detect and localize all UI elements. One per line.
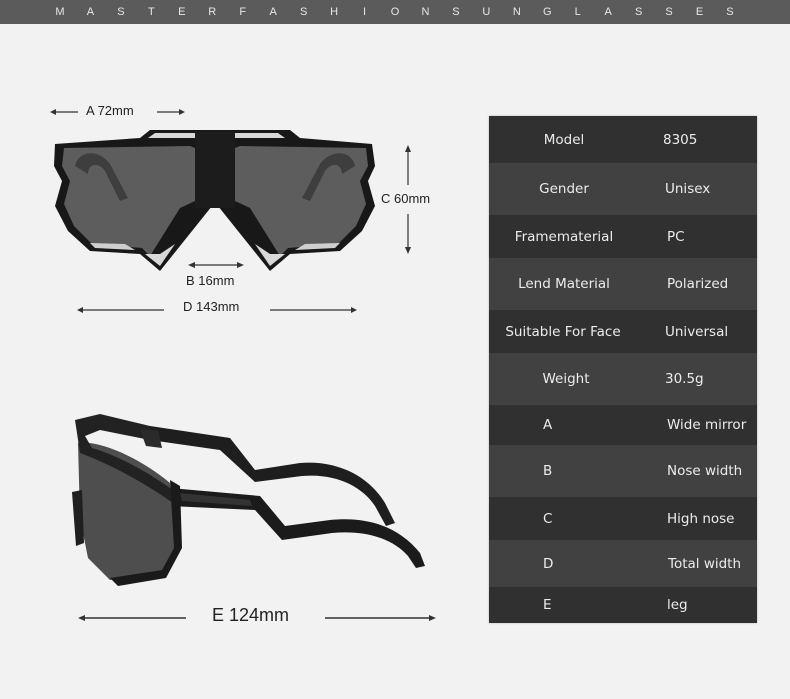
dimension-c-label: C 60mm xyxy=(381,191,431,206)
banner-letter: E xyxy=(695,6,704,18)
banner-letter: E xyxy=(178,6,186,18)
dimension-d-label: D 143mm xyxy=(183,299,240,314)
banner-letter: R xyxy=(208,6,217,18)
spec-table: Model 8305 Gender Unisex Framematerial PC Lend… xyxy=(489,116,757,623)
spec-value: Polarized xyxy=(667,276,729,292)
banner-title: MASTERFASHIONSUNGLASSES xyxy=(55,0,735,24)
dimension-b-label: B 16mm xyxy=(186,273,235,288)
banner-letter: S xyxy=(726,6,734,18)
spec-row: Weight 30.5g xyxy=(489,353,757,405)
dimension-e-right-arrow xyxy=(325,615,436,621)
dimension-e-label: E 124mm xyxy=(212,605,290,625)
banner-letter: I xyxy=(363,6,367,18)
spec-row: Suitable For Face Universal xyxy=(489,310,757,353)
spec-value: Universal xyxy=(665,323,729,340)
spec-row: Framematerial PC xyxy=(489,215,757,258)
spec-key: B xyxy=(543,463,553,479)
dimension-d-left-arrow xyxy=(77,307,164,313)
spec-value: Wide mirror xyxy=(667,417,747,433)
spec-value: Total width xyxy=(668,555,742,572)
banner-letter: N xyxy=(421,6,430,18)
spec-key: Suitable For Face xyxy=(505,323,621,340)
spec-key: Model xyxy=(543,131,585,148)
banner-letter: F xyxy=(239,6,247,18)
spec-row: A Wide mirror xyxy=(489,405,757,445)
banner-letter: H xyxy=(330,6,339,18)
spec-value: High nose xyxy=(667,510,735,527)
sunglasses-side-view xyxy=(72,414,425,586)
sunglasses-front-view xyxy=(54,130,375,271)
banner-letter: T xyxy=(147,6,155,18)
spec-value: Unisex xyxy=(665,181,711,197)
spec-key: Framematerial xyxy=(514,228,614,245)
banner-letter: O xyxy=(390,6,400,18)
dimension-c-top-arrow xyxy=(405,145,411,185)
spec-key: Lend Material xyxy=(518,276,610,292)
spec-key: C xyxy=(543,510,553,527)
spec-key: E xyxy=(543,597,552,613)
banner-letter: N xyxy=(512,6,521,18)
banner-letter: A xyxy=(269,6,277,18)
spec-row: D Total width xyxy=(489,540,757,587)
spec-row: Model 8305 xyxy=(489,116,757,163)
spec-row: Lend Material Polarized xyxy=(489,258,757,310)
banner-letter: A xyxy=(86,6,95,18)
spec-key: D xyxy=(543,555,554,572)
spec-key: A xyxy=(543,417,553,433)
spec-value: leg xyxy=(667,597,688,613)
spec-row: B Nose width xyxy=(489,445,757,497)
banner-letter: U xyxy=(482,6,491,18)
banner-letter: S xyxy=(634,6,643,18)
banner-letter: S xyxy=(452,6,460,18)
banner-letter: S xyxy=(299,6,308,18)
banner-letter: M xyxy=(55,6,65,18)
top-banner: MASTERFASHIONSUNGLASSES xyxy=(0,0,790,24)
spec-row: C High nose xyxy=(489,497,757,540)
banner-letter: A xyxy=(604,6,612,18)
dimension-a-label: A 72mm xyxy=(86,103,134,118)
banner-letter: S xyxy=(117,6,125,18)
banner-letter: S xyxy=(665,6,673,18)
spec-value: Nose width xyxy=(667,463,743,479)
dimension-a-right-arrow xyxy=(157,109,185,115)
dimension-c-bottom-arrow xyxy=(405,214,411,254)
spec-value: 30.5g xyxy=(665,371,704,387)
spec-key: Weight xyxy=(542,371,590,387)
spec-row: Gender Unisex xyxy=(489,163,757,215)
dimension-b-arrow xyxy=(188,262,244,268)
banner-letter: L xyxy=(574,6,581,18)
dimension-e-left-arrow xyxy=(78,615,186,621)
spec-value: 8305 xyxy=(663,131,698,148)
spec-row: Eleg xyxy=(489,587,757,623)
dimension-a-left-arrow xyxy=(50,109,78,115)
banner-letter: G xyxy=(542,6,552,18)
spec-value: PC xyxy=(667,228,685,245)
spec-key: Gender xyxy=(539,181,589,197)
dimension-d-right-arrow xyxy=(270,307,357,313)
